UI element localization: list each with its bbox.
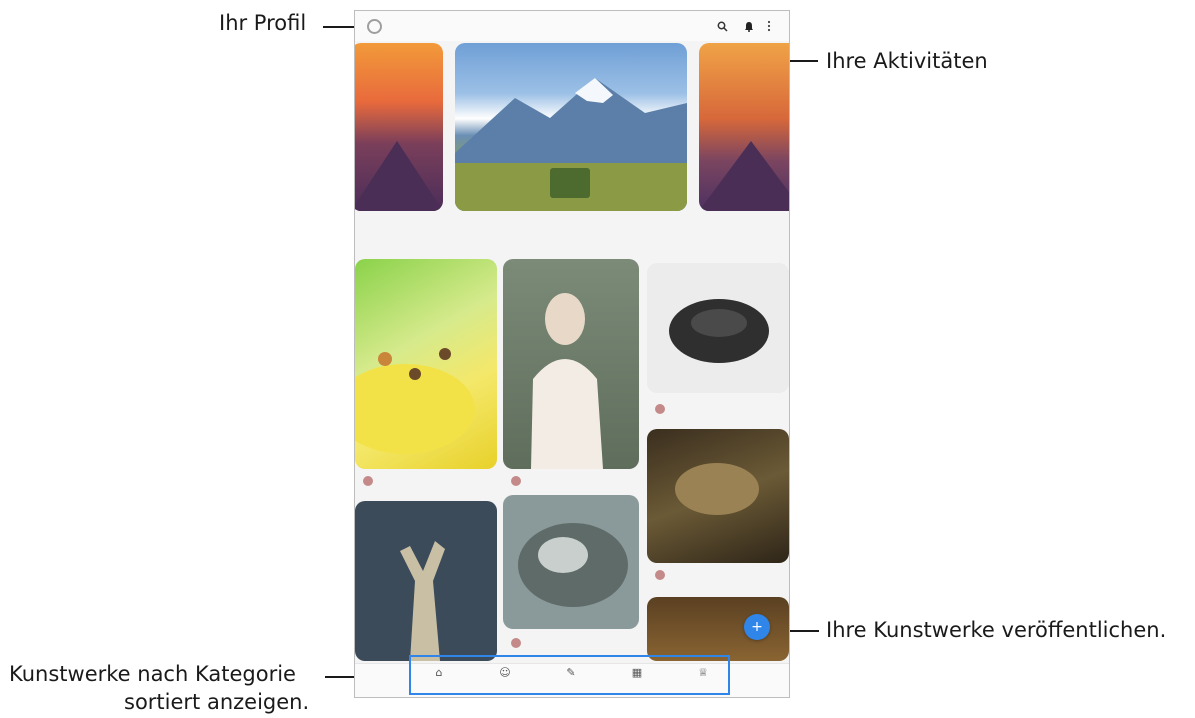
object-illustration [669, 299, 769, 363]
publish-fab[interactable]: + [744, 614, 770, 640]
featured-banner-sunset-2[interactable] [699, 43, 789, 211]
more-options-icon[interactable] [760, 16, 778, 36]
artwork-card-bird[interactable] [503, 495, 639, 629]
artwork-meta [655, 567, 665, 583]
artwork-meta [655, 401, 665, 417]
stone-illustration [675, 463, 759, 515]
artist-avatar[interactable] [511, 638, 521, 648]
artist-avatar[interactable] [655, 570, 665, 580]
artist-avatar[interactable] [511, 476, 521, 486]
artist-avatar[interactable] [655, 404, 665, 414]
lemon-illustration [355, 348, 475, 454]
artwork-card-figure[interactable] [355, 501, 497, 661]
artwork-meta [511, 473, 521, 489]
figure-illustration [400, 541, 445, 661]
annotation-publish: Ihre Kunstwerke veröffentlichen. [826, 618, 1167, 642]
add-icon: + [751, 619, 763, 635]
profile-avatar-icon[interactable] [367, 19, 382, 34]
mountain-shape [355, 141, 443, 211]
category-navigation-highlight [409, 655, 730, 695]
top-bar [355, 11, 789, 41]
phone-screen: + ⌂ ☺ ✎ ▦ ♕ [354, 10, 790, 698]
artwork-card-object[interactable] [647, 263, 789, 393]
featured-banner-mountain[interactable] [455, 43, 687, 211]
bird-illustration [518, 523, 628, 607]
artwork-meta [363, 473, 373, 489]
artwork-card-lemon[interactable] [355, 259, 497, 469]
annotation-category-line1: Kunstwerke nach Kategorie [9, 662, 296, 686]
annotation-activities: Ihre Aktivitäten [826, 49, 988, 73]
artwork-meta [511, 635, 521, 651]
artwork-card-stone[interactable] [647, 429, 789, 563]
mountain-shape-2 [699, 141, 789, 211]
mountain-illustration [455, 78, 687, 211]
search-icon[interactable] [713, 16, 731, 36]
portrait-illustration [531, 293, 603, 469]
annotation-profile: Ihr Profil [219, 11, 307, 35]
bell-icon[interactable] [740, 16, 758, 36]
featured-banner-sunset[interactable] [355, 43, 443, 211]
artwork-card-portrait[interactable] [503, 259, 639, 469]
artist-avatar[interactable] [363, 476, 373, 486]
annotation-category-line2: sortiert anzeigen. [124, 690, 310, 714]
